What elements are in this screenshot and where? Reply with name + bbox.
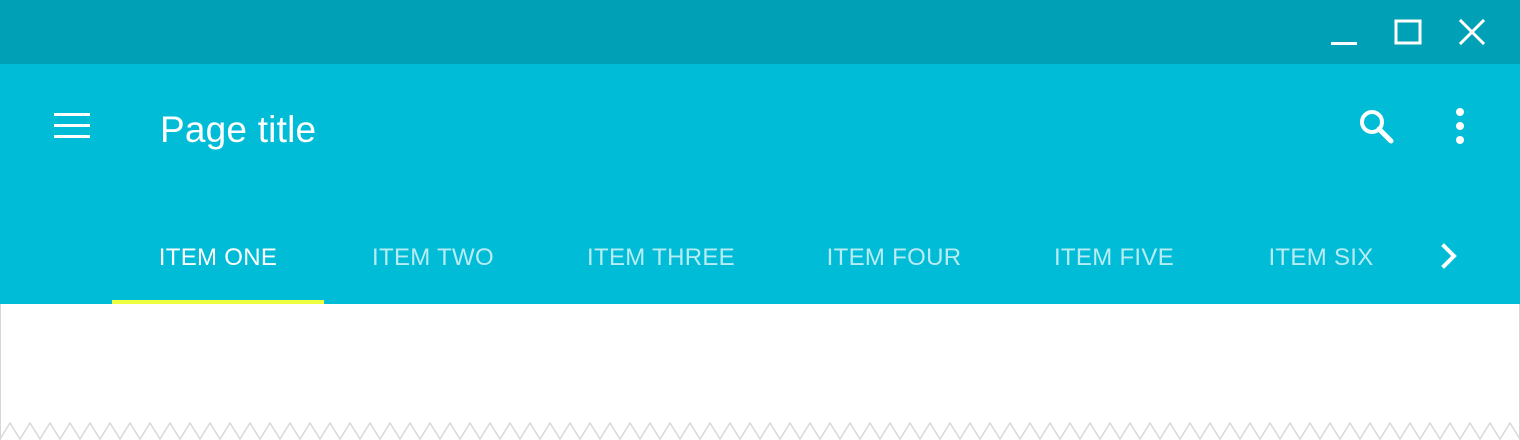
left-border bbox=[0, 304, 1, 440]
more-vert-icon bbox=[1452, 106, 1468, 151]
search-icon bbox=[1356, 106, 1396, 151]
menu-button[interactable] bbox=[48, 104, 96, 152]
page-title: Page title bbox=[160, 109, 317, 150]
tab-label: ITEM FOUR bbox=[826, 244, 962, 271]
tab-item-four[interactable]: ITEM FOUR bbox=[796, 212, 992, 304]
app-bar: Page title ITEM ONE ITEM TWO ITEM THREE … bbox=[0, 64, 1520, 304]
window-titlebar bbox=[0, 0, 1520, 64]
tab-label: ITEM FIVE bbox=[1053, 244, 1175, 271]
close-icon bbox=[1458, 18, 1486, 51]
tab-item-one[interactable]: ITEM ONE bbox=[112, 212, 324, 304]
tab-label: ITEM SIX bbox=[1268, 244, 1374, 271]
tab-bar: ITEM ONE ITEM TWO ITEM THREE ITEM FOUR I… bbox=[0, 212, 1520, 304]
tab-label: ITEM TWO bbox=[372, 244, 494, 271]
tab-label: ITEM ONE bbox=[158, 244, 278, 271]
tab-item-three[interactable]: ITEM THREE bbox=[560, 212, 762, 304]
tab-item-six[interactable]: ITEM SIX bbox=[1236, 212, 1406, 304]
app-window: Page title ITEM ONE ITEM TWO ITEM THREE … bbox=[0, 0, 1520, 440]
tab-item-five[interactable]: ITEM FIVE bbox=[1026, 212, 1202, 304]
close-button[interactable] bbox=[1450, 12, 1494, 56]
tab-label: ITEM THREE bbox=[587, 244, 735, 271]
menu-icon bbox=[52, 110, 92, 147]
chevron-right-icon bbox=[1436, 242, 1460, 275]
minimize-button[interactable] bbox=[1322, 12, 1366, 56]
tab-item-two[interactable]: ITEM TWO bbox=[340, 212, 526, 304]
maximize-button[interactable] bbox=[1386, 12, 1430, 56]
search-button[interactable] bbox=[1352, 104, 1400, 152]
tabs-scroll-right-button[interactable] bbox=[1424, 234, 1472, 282]
minimize-icon bbox=[1330, 18, 1358, 51]
maximize-icon bbox=[1394, 18, 1422, 51]
torn-edge-decoration bbox=[0, 421, 1520, 440]
content-area bbox=[0, 304, 1520, 440]
more-options-button[interactable] bbox=[1436, 104, 1484, 152]
